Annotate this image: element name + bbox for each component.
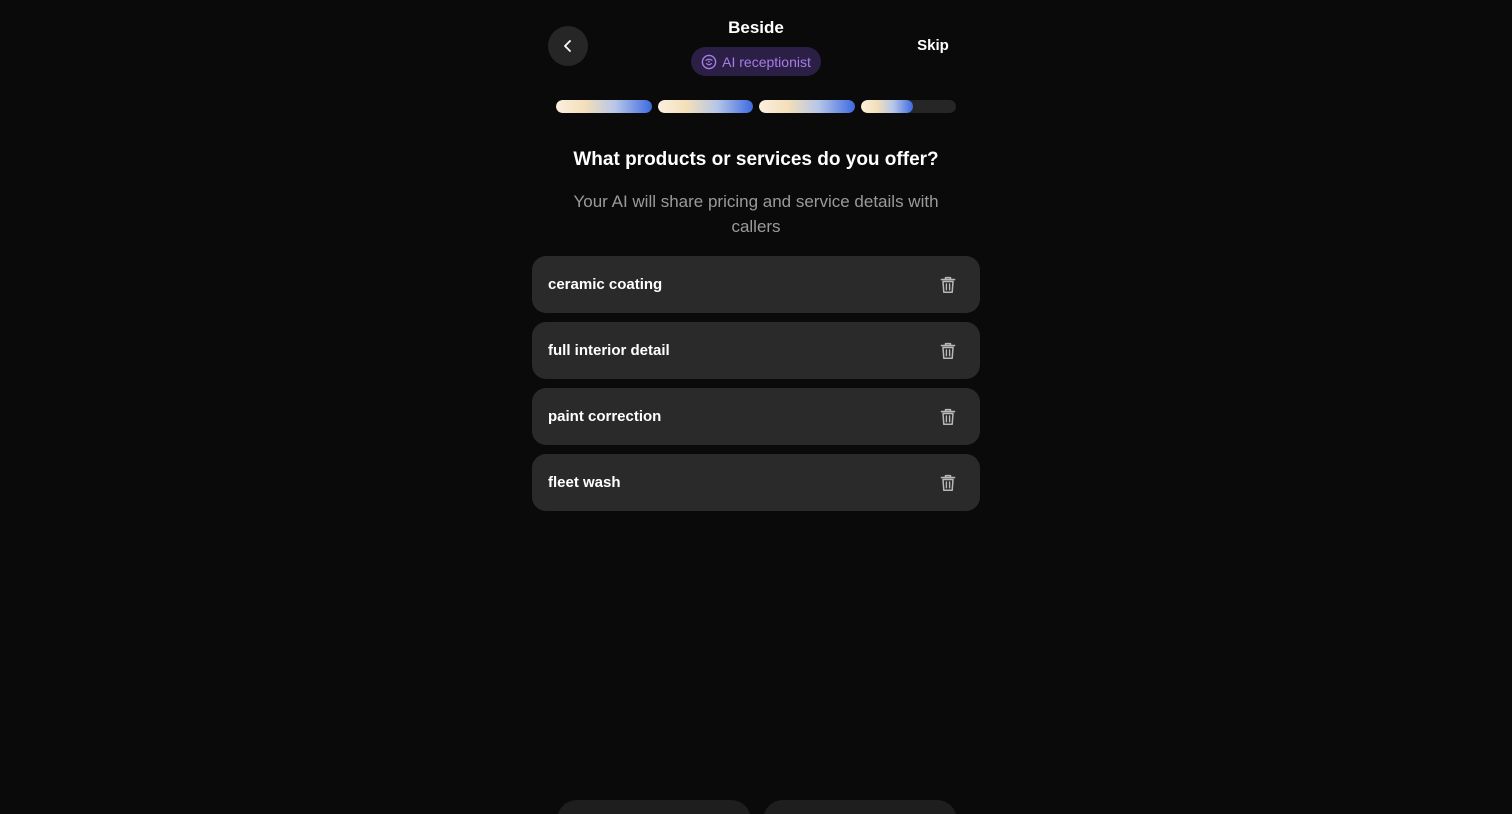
app-title: Beside bbox=[728, 18, 784, 37]
trash-icon bbox=[940, 474, 956, 491]
progress-fill bbox=[556, 100, 652, 113]
delete-button[interactable] bbox=[938, 275, 958, 295]
service-name: fleet wash bbox=[548, 473, 621, 491]
service-item: fleet wash bbox=[532, 454, 980, 511]
back-button[interactable] bbox=[548, 26, 588, 66]
trash-icon bbox=[940, 342, 956, 359]
role-badge-label: AI receptionist bbox=[722, 53, 811, 70]
services-list: ceramic coating full interior detail pai… bbox=[532, 256, 980, 511]
progress-bar bbox=[556, 100, 956, 113]
service-name: ceramic coating bbox=[548, 275, 663, 293]
page-subtitle: Your AI will share pricing and service d… bbox=[573, 192, 939, 236]
service-name: full interior detail bbox=[548, 341, 670, 359]
ai-face-icon bbox=[701, 54, 717, 69]
role-badge: AI receptionist bbox=[691, 47, 821, 76]
progress-fill bbox=[860, 100, 914, 113]
progress-segment bbox=[759, 100, 855, 113]
delete-button[interactable] bbox=[938, 341, 958, 361]
progress-fill bbox=[657, 100, 753, 113]
progress-segment bbox=[556, 100, 652, 113]
progress-segment bbox=[860, 100, 956, 113]
page-title: What products or services do you offer? bbox=[573, 149, 939, 170]
service-item: paint correction bbox=[532, 388, 980, 445]
onboarding-screen: Beside AI receptionist Skip What product… bbox=[0, 0, 1512, 814]
chevron-left-icon bbox=[564, 40, 571, 52]
service-item: ceramic coating bbox=[532, 256, 980, 313]
progress-fill bbox=[759, 100, 855, 113]
secondary-action-button[interactable] bbox=[557, 800, 751, 814]
skip-button[interactable]: Skip bbox=[904, 34, 962, 58]
delete-button[interactable] bbox=[938, 473, 958, 493]
service-name: paint correction bbox=[548, 407, 662, 425]
progress-segment bbox=[657, 100, 753, 113]
delete-button[interactable] bbox=[938, 407, 958, 427]
service-item: full interior detail bbox=[532, 322, 980, 379]
primary-action-button[interactable] bbox=[763, 800, 957, 814]
trash-icon bbox=[940, 276, 956, 293]
trash-icon bbox=[940, 408, 956, 425]
